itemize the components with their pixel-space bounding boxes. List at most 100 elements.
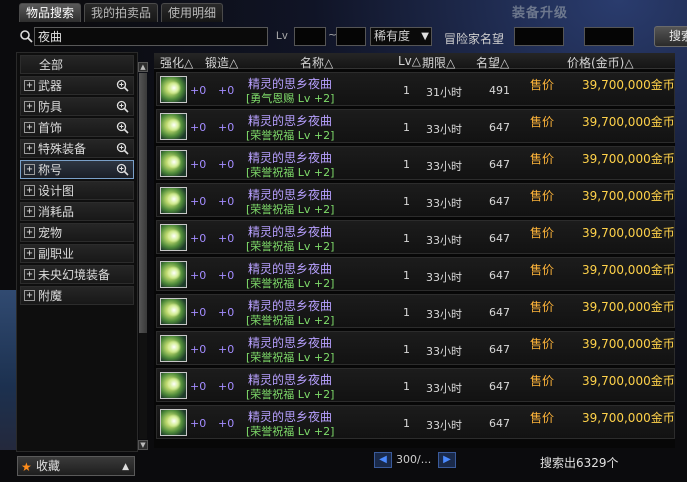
page-indicator: 300/... <box>396 453 432 466</box>
forge-value: +0 <box>218 380 235 393</box>
expand-icon[interactable]: + <box>24 248 35 259</box>
scroll-down-button[interactable]: ▼ <box>138 440 148 450</box>
forge-value: +0 <box>218 158 235 171</box>
header-fame[interactable]: 名望△ <box>476 54 509 71</box>
item-bonus: [荣誉祝福 Lv +2] <box>246 240 335 253</box>
table-row[interactable]: +0 +0 精灵的思乡夜曲 [荣誉祝福 Lv +2] 1 33小时 647 售价 39,700,… <box>156 146 675 180</box>
zoom-in-icon[interactable] <box>116 142 129 155</box>
header-time[interactable]: 期限△ <box>422 54 455 71</box>
header-lv[interactable]: Lv△ <box>398 54 421 68</box>
enhance-value: +0 <box>190 343 207 356</box>
enhance-value: +0 <box>190 417 207 430</box>
item-icon[interactable] <box>160 335 187 362</box>
fame-min-input[interactable] <box>514 27 564 46</box>
table-row[interactable]: +0 +0 精灵的思乡夜曲 [荣誉祝福 Lv +2] 1 33小时 647 售价 39,700,… <box>156 109 675 143</box>
category-item[interactable]: + 消耗品 <box>20 202 134 221</box>
zoom-in-icon[interactable] <box>116 163 129 176</box>
category-item[interactable]: + 附魔 <box>20 286 134 305</box>
expand-icon[interactable]: + <box>24 290 35 301</box>
prev-page-button[interactable]: ◀ <box>374 452 392 468</box>
category-item[interactable]: + 武器 <box>20 76 134 95</box>
table-row[interactable]: +0 +0 精灵的思乡夜曲 [荣誉祝福 Lv +2] 1 33小时 647 售价 39,700,… <box>156 257 675 291</box>
lv-max-input[interactable] <box>336 27 366 46</box>
tab-usage-details[interactable]: 使用明细 <box>161 3 224 22</box>
item-icon[interactable] <box>160 261 187 288</box>
enhance-value: +0 <box>190 232 207 245</box>
category-item[interactable]: + 设计图 <box>20 181 134 200</box>
enhance-value: +0 <box>190 269 207 282</box>
category-item[interactable]: 全部 <box>20 55 134 74</box>
item-icon[interactable] <box>160 76 187 103</box>
category-item[interactable]: + 副职业 <box>20 244 134 263</box>
category-item[interactable]: + 宠物 <box>20 223 134 242</box>
zoom-in-icon[interactable] <box>116 79 129 92</box>
lv-label: Lv <box>276 30 288 42</box>
expand-icon[interactable]: + <box>24 185 35 196</box>
favorites-button[interactable]: ★ 收藏 ▲ <box>17 456 135 476</box>
tab-my-auctions[interactable]: 我的拍卖品 <box>84 3 159 22</box>
category-item[interactable]: + 防具 <box>20 97 134 116</box>
sale-label: 售价 <box>530 300 555 314</box>
fame-max-input[interactable] <box>584 27 634 46</box>
item-icon[interactable] <box>160 187 187 214</box>
zoom-in-icon[interactable] <box>116 100 129 113</box>
item-icon[interactable] <box>160 224 187 251</box>
rarity-select[interactable]: 稀有度 ▼ <box>370 27 432 46</box>
category-item[interactable]: + 特殊装备 <box>20 139 134 158</box>
sparkle-icon <box>167 377 181 391</box>
expand-icon[interactable]: + <box>24 227 35 238</box>
item-icon[interactable] <box>160 298 187 325</box>
category-item[interactable]: + 未央幻境装备 <box>20 265 134 284</box>
forge-value: +0 <box>218 121 235 134</box>
enhance-value: +0 <box>190 158 207 171</box>
header-price[interactable]: 价格(金币)△ <box>567 54 634 71</box>
expand-icon[interactable]: + <box>24 80 35 91</box>
expand-icon[interactable]: + <box>24 122 35 133</box>
item-icon[interactable] <box>160 372 187 399</box>
table-row[interactable]: +0 +0 精灵的思乡夜曲 [荣誉祝福 Lv +2] 1 33小时 647 售价 39,700,… <box>156 331 675 365</box>
header-forge[interactable]: 锻造△ <box>205 54 238 71</box>
category-item[interactable]: + 首饰 <box>20 118 134 137</box>
expand-icon[interactable]: + <box>24 206 35 217</box>
table-row[interactable]: +0 +0 精灵的思乡夜曲 [荣誉祝福 Lv +2] 1 33小时 647 售价 39,700,… <box>156 368 675 402</box>
sale-label: 售价 <box>530 189 555 203</box>
sparkle-icon <box>167 266 181 280</box>
lv-min-input[interactable] <box>294 27 326 46</box>
category-label: 宠物 <box>38 226 63 240</box>
header-enhance[interactable]: 强化△ <box>160 54 193 71</box>
expand-icon[interactable]: + <box>24 269 35 280</box>
category-label: 称号 <box>38 163 63 177</box>
expand-icon[interactable]: + <box>24 101 35 112</box>
category-item[interactable]: + 称号 <box>20 160 134 179</box>
expand-icon[interactable]: + <box>24 143 35 154</box>
item-bonus: [荣誉祝福 Lv +2] <box>246 166 335 179</box>
header-name[interactable]: 名称△ <box>300 54 333 71</box>
tab-item-search[interactable]: 物品搜索 <box>19 3 82 22</box>
forge-value: +0 <box>218 417 235 430</box>
sparkle-icon <box>167 118 181 132</box>
level-value: 1 <box>403 84 410 97</box>
level-value: 1 <box>403 380 410 393</box>
search-input[interactable] <box>34 27 268 46</box>
item-icon[interactable] <box>160 409 187 436</box>
sale-label: 售价 <box>530 226 555 240</box>
search-button[interactable]: 搜索 <box>654 26 687 47</box>
table-row[interactable]: +0 +0 精灵的思乡夜曲 [荣誉祝福 Lv +2] 1 33小时 647 售价 39,700,… <box>156 220 675 254</box>
item-icon[interactable] <box>160 150 187 177</box>
zoom-in-icon[interactable] <box>116 121 129 134</box>
table-row[interactable]: +0 +0 精灵的思乡夜曲 [荣誉祝福 Lv +2] 1 33小时 647 售价 39,700,… <box>156 294 675 328</box>
table-row[interactable]: +0 +0 精灵的思乡夜曲 [荣誉祝福 Lv +2] 1 33小时 647 售价 39,700,… <box>156 405 675 439</box>
expand-icon[interactable]: + <box>24 164 35 175</box>
next-page-button[interactable]: ▶ <box>438 452 456 468</box>
level-value: 1 <box>403 343 410 356</box>
scroll-thumb[interactable] <box>139 73 147 333</box>
scroll-up-button[interactable]: ▲ <box>138 62 148 72</box>
table-row[interactable]: +0 +0 精灵的思乡夜曲 [荣誉祝福 Lv +2] 1 33小时 647 售价 39,700,… <box>156 183 675 217</box>
enhance-value: +0 <box>190 121 207 134</box>
item-icon[interactable] <box>160 113 187 140</box>
category-label: 副职业 <box>38 247 75 261</box>
chevron-down-icon: ▼ <box>421 31 429 42</box>
table-row[interactable]: +0 +0 精灵的思乡夜曲 [勇气恩赐 Lv +2] 1 31小时 491 售价 39,700,… <box>156 72 675 106</box>
search-bar: Lv ~ 稀有度 ▼ 冒险家名望 搜索 <box>14 26 687 48</box>
enhance-value: +0 <box>190 380 207 393</box>
